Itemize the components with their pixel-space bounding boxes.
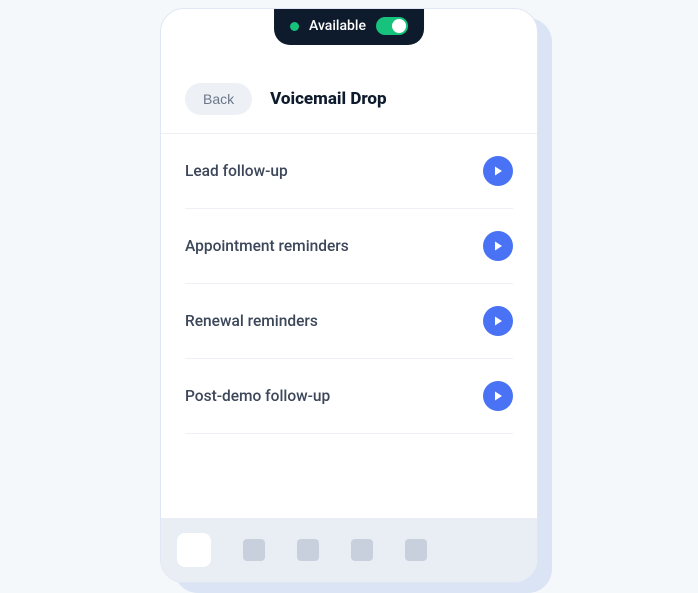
voicemail-label: Renewal reminders [185,312,318,330]
header: Back Voicemail Drop [161,65,537,134]
voicemail-row[interactable]: Post-demo follow-up [185,359,513,434]
play-button[interactable] [483,306,513,336]
status-pill: Available [274,9,424,45]
play-icon [492,165,504,177]
voicemail-label: Post-demo follow-up [185,387,330,405]
play-button[interactable] [483,156,513,186]
nav-item-2[interactable] [243,539,265,561]
status-indicator-icon [290,22,299,31]
nav-item-3[interactable] [297,539,319,561]
nav-item-4[interactable] [351,539,373,561]
play-icon [492,390,504,402]
play-button[interactable] [483,231,513,261]
toggle-knob-icon [392,19,406,33]
status-label: Available [309,18,366,34]
voicemail-drop-card: Available Back Voicemail Drop Lead follo… [160,8,538,583]
voicemail-list: Lead follow-up Appointment reminders Ren… [161,134,537,434]
voicemail-row[interactable]: Lead follow-up [185,134,513,209]
voicemail-row[interactable]: Renewal reminders [185,284,513,359]
page-title: Voicemail Drop [270,89,386,109]
play-icon [492,240,504,252]
nav-item-1[interactable] [177,533,211,567]
play-icon [492,315,504,327]
availability-toggle[interactable] [376,17,408,35]
voicemail-row[interactable]: Appointment reminders [185,209,513,284]
voicemail-label: Lead follow-up [185,162,288,180]
back-button[interactable]: Back [185,83,252,115]
voicemail-label: Appointment reminders [185,237,349,255]
nav-item-5[interactable] [405,539,427,561]
play-button[interactable] [483,381,513,411]
bottom-nav [161,518,537,582]
